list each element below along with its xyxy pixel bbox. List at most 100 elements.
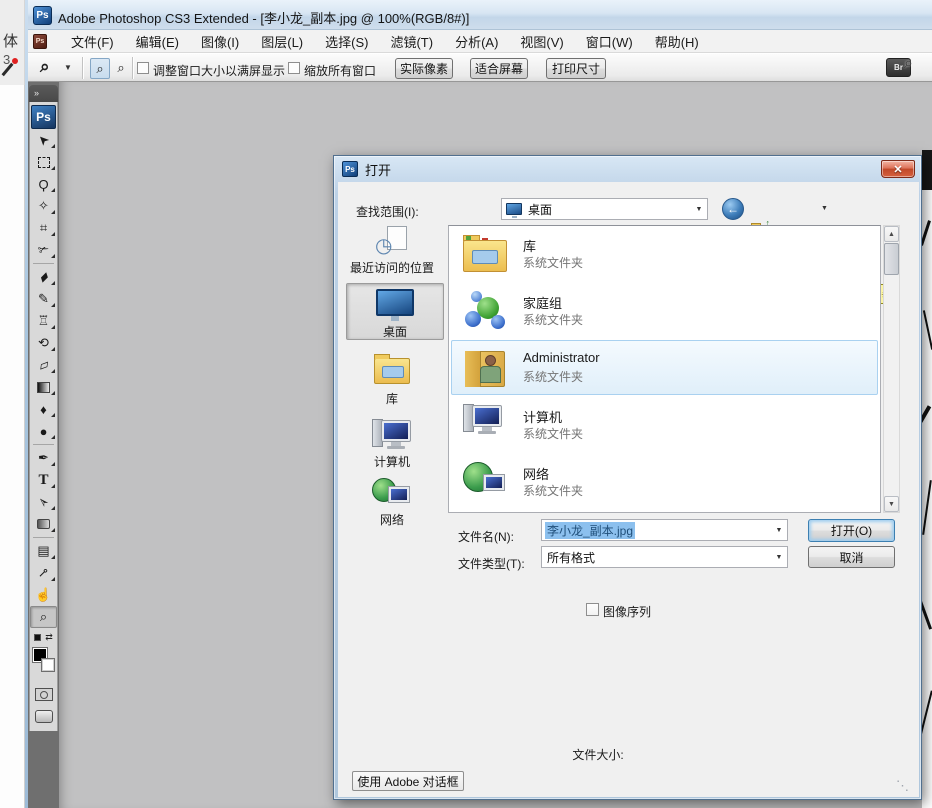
file-row-network[interactable]: 网络 系统文件夹 xyxy=(449,454,880,511)
file-list-scrollbar[interactable]: ▲ ▼ xyxy=(883,225,900,513)
file-name: 库 xyxy=(523,236,536,255)
scroll-up-arrow[interactable]: ▲ xyxy=(884,226,899,242)
image-sequence-label[interactable]: 图像序列 xyxy=(603,603,651,620)
lookin-combobox[interactable]: 桌面 ▼ xyxy=(501,198,708,220)
rectangular-marquee-tool[interactable] xyxy=(30,151,57,173)
quick-mask-button[interactable] xyxy=(35,688,53,701)
slice-tool[interactable]: ✃ xyxy=(30,239,57,261)
color-swap-row: ⇄ xyxy=(34,632,53,643)
views-caret-icon[interactable]: ▼ xyxy=(821,205,828,212)
clone-stamp-tool[interactable]: ♖ xyxy=(30,310,57,332)
back-button[interactable]: ← xyxy=(722,198,744,220)
libraries-icon xyxy=(374,358,410,384)
background-text: 体 xyxy=(3,30,18,51)
place-network[interactable]: 网络 xyxy=(343,476,441,528)
type-tool[interactable]: T xyxy=(30,469,57,491)
dialog-title-bar[interactable]: Ps 打开 xyxy=(334,156,921,182)
scrollbar-thumb[interactable] xyxy=(884,243,899,275)
default-colors-icon[interactable] xyxy=(34,634,41,641)
chevron-down-icon[interactable]: ▼ xyxy=(771,554,787,561)
menu-image[interactable]: 图像(I) xyxy=(190,29,250,54)
menu-file[interactable]: 文件(F) xyxy=(60,29,125,54)
pen-tool[interactable]: ✒ xyxy=(30,447,57,469)
shape-tool[interactable] xyxy=(30,513,57,535)
zoom-out-toggle[interactable]: ⌕ xyxy=(111,58,131,79)
move-tool[interactable]: ➤ xyxy=(30,129,57,151)
desktop-mini-icon xyxy=(506,203,522,215)
menu-help[interactable]: 帮助(H) xyxy=(644,29,710,54)
chevron-down-icon[interactable]: ▼ xyxy=(771,527,787,534)
recent-places-icon: ◷ xyxy=(375,226,409,256)
file-row-administrator[interactable]: Administrator 系统文件夹 xyxy=(449,340,880,397)
eyedropper-tool[interactable]: ⊸ xyxy=(30,562,57,584)
quick-selection-tool[interactable]: ✧ xyxy=(30,195,57,217)
image-sequence-checkbox[interactable] xyxy=(586,603,599,616)
file-row-libraries[interactable]: 库 系统文件夹 xyxy=(449,226,880,283)
open-button[interactable]: 打开(O) xyxy=(808,519,895,542)
lasso-tool[interactable]: Ϙ xyxy=(30,173,57,195)
resize-window-checkbox[interactable] xyxy=(137,62,149,74)
zoom-all-windows-checkbox[interactable] xyxy=(288,62,300,74)
filetype-combobox[interactable]: 所有格式 ▼ xyxy=(541,546,788,568)
photoshop-logo-icon[interactable]: Ps xyxy=(31,105,56,129)
resize-window-checkbox-label[interactable]: 调整窗口大小以满屏显示 xyxy=(153,62,285,79)
zoom-tool[interactable]: ⌕ xyxy=(30,606,57,628)
place-computer[interactable]: 计算机 xyxy=(343,418,441,470)
homegroup-icon xyxy=(463,289,509,335)
collapse-panel-chevron-icon[interactable]: » xyxy=(29,85,58,102)
filename-value[interactable]: 李小龙_副本.jpg xyxy=(545,522,635,539)
history-brush-tool[interactable]: ⟲ xyxy=(30,332,57,354)
gradient-tool[interactable] xyxy=(30,376,57,398)
dodge-tool[interactable]: ● xyxy=(30,420,57,442)
crop-tool[interactable]: ⌗ xyxy=(30,217,57,239)
menu-layer[interactable]: 图层(L) xyxy=(250,29,314,54)
ink-stroke xyxy=(923,310,932,350)
dialog-client-area: 查找范围(I): 桌面 ▼ ← ↑ ✸ ▼ ✳ xyxy=(338,182,919,797)
tool-preset-caret-icon[interactable]: ▼ xyxy=(64,63,72,72)
swap-colors-icon[interactable]: ⇄ xyxy=(45,632,53,643)
blur-tool[interactable]: ♦ xyxy=(30,398,57,420)
menu-filter[interactable]: 滤镜(T) xyxy=(379,29,444,54)
color-wells xyxy=(30,647,57,679)
document-icon[interactable]: Ps xyxy=(33,34,47,49)
ink-stroke xyxy=(922,480,932,535)
network-icon xyxy=(463,460,509,506)
place-libraries[interactable]: 库 xyxy=(343,358,441,407)
notes-tool[interactable]: ▤ xyxy=(30,540,57,562)
screen-mode-button[interactable] xyxy=(35,710,53,723)
place-computer-label: 计算机 xyxy=(343,453,441,470)
file-row-computer[interactable]: 计算机 系统文件夹 xyxy=(449,397,880,454)
place-recent[interactable]: ◷ 最近访问的位置 xyxy=(343,226,441,276)
eraser-tool[interactable]: ▱ xyxy=(30,354,57,376)
file-row-homegroup[interactable]: 家庭组 系统文件夹 xyxy=(449,283,880,340)
computer-icon xyxy=(463,403,509,449)
zoom-tool-icon[interactable]: ⌕ xyxy=(40,57,50,77)
background-color-swatch[interactable] xyxy=(41,658,55,672)
menu-window[interactable]: 窗口(W) xyxy=(575,29,644,54)
menu-analysis[interactable]: 分析(A) xyxy=(444,29,509,54)
menu-view[interactable]: 视图(V) xyxy=(509,29,574,54)
toolbox-dock: » Ps ➤ Ϙ ✧ ⌗ ✃ ▰ ✎ ♖ ⟲ ▱ ♦ ● ✒ T ➢ ▤ ⊸ xyxy=(28,82,59,808)
brush-tool[interactable]: ✎ xyxy=(30,288,57,310)
network-icon xyxy=(372,476,412,508)
print-size-button[interactable]: 打印尺寸 xyxy=(546,58,606,79)
place-desktop[interactable]: 桌面 xyxy=(346,283,444,340)
zoom-all-windows-checkbox-label[interactable]: 缩放所有窗口 xyxy=(304,62,376,79)
zoom-in-toggle[interactable]: ⌕ xyxy=(90,58,110,79)
file-type: 系统文件夹 xyxy=(523,254,583,271)
close-button[interactable]: ✕ xyxy=(881,160,915,178)
hand-tool[interactable]: ☝ xyxy=(30,584,57,606)
scroll-down-arrow[interactable]: ▼ xyxy=(884,496,899,512)
spot-healing-brush-tool[interactable]: ▰ xyxy=(30,266,57,288)
chevron-down-icon[interactable]: ▼ xyxy=(691,206,707,213)
fit-screen-button[interactable]: 适合屏幕 xyxy=(470,58,528,79)
resize-grip[interactable]: ⋱ xyxy=(896,778,909,794)
menu-edit[interactable]: 编辑(E) xyxy=(125,29,190,54)
cancel-button[interactable]: 取消 xyxy=(808,546,895,568)
back-arrow-icon: ← xyxy=(722,198,744,220)
path-selection-tool[interactable]: ➢ xyxy=(30,491,57,513)
use-adobe-dialog-button[interactable]: 使用 Adobe 对话框 xyxy=(352,771,464,791)
actual-pixels-button[interactable]: 实际像素 xyxy=(395,58,453,79)
menu-select[interactable]: 选择(S) xyxy=(314,29,379,54)
filename-combobox[interactable]: 李小龙_副本.jpg ▼ xyxy=(541,519,788,541)
